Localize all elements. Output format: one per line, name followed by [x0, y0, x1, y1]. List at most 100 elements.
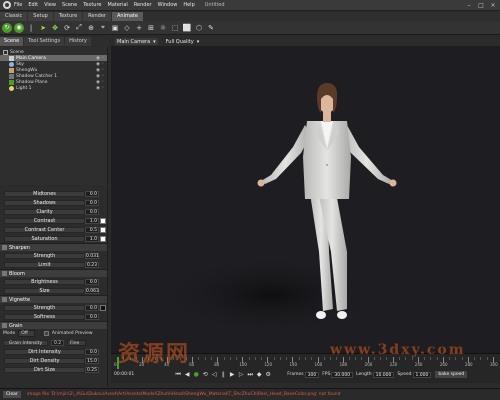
clarity-value[interactable]: 0.0: [85, 208, 99, 215]
section-grain[interactable]: Grain: [0, 321, 107, 329]
midtones-slider[interactable]: Midtones: [4, 190, 85, 197]
paint-icon[interactable]: ✎: [206, 23, 216, 33]
midtones-value[interactable]: 0.0: [85, 190, 99, 197]
dirt-density-value[interactable]: 15.0: [85, 357, 99, 364]
menu-file[interactable]: File: [14, 2, 22, 8]
play-reverse-icon[interactable]: ◁: [210, 371, 218, 379]
rotate-icon[interactable]: ⟳: [62, 23, 72, 33]
shadows-slider[interactable]: Shadows: [4, 199, 85, 206]
tab-animate[interactable]: Animate: [111, 12, 143, 21]
grain-type-select[interactable]: Fine: [67, 339, 87, 346]
wireframe-icon[interactable]: ⬡: [194, 23, 204, 33]
camera-select[interactable]: Main Camera ▾: [115, 38, 158, 45]
menu-material[interactable]: Material: [108, 2, 128, 8]
vignette-strength-value[interactable]: 0.0: [85, 304, 99, 311]
clear-button[interactable]: Clear: [3, 391, 21, 398]
keyframe-icon[interactable]: ◆: [255, 371, 263, 379]
minimize-icon[interactable]: –: [464, 1, 474, 9]
tab-history[interactable]: History: [65, 37, 91, 46]
menu-window[interactable]: Window: [158, 2, 178, 8]
vignette-color-swatch[interactable]: [100, 304, 106, 311]
visibility-eye-icon[interactable]: ◉ ◦: [96, 62, 104, 67]
move-icon[interactable]: ✥: [50, 23, 60, 33]
add-icon[interactable]: +: [134, 23, 144, 33]
menu-edit[interactable]: Edit: [28, 2, 38, 8]
animated-preview-checkbox[interactable]: [43, 331, 49, 336]
sharpen-strength-slider[interactable]: Strength: [4, 252, 85, 259]
pause-icon[interactable]: ∥: [219, 371, 227, 379]
speed-input[interactable]: 1.000: [412, 371, 432, 378]
visibility-eye-icon[interactable]: ◉ ◦: [96, 86, 104, 91]
step-back-icon[interactable]: ◀: [183, 371, 191, 379]
grid-icon[interactable]: ⊞: [146, 23, 156, 33]
render-icon[interactable]: ◉: [14, 22, 24, 33]
bloom-size-slider[interactable]: Size: [4, 287, 85, 294]
dirt-intensity-slider[interactable]: Dirt Intensity: [4, 348, 85, 355]
quality-select[interactable]: Full Quality ▾: [164, 38, 202, 45]
visibility-eye-icon[interactable]: ◉ ◦: [96, 56, 104, 61]
saturation-color-swatch[interactable]: [100, 235, 106, 242]
fps-input[interactable]: 30.000: [331, 371, 354, 378]
vignette-softness-value[interactable]: 0.0: [85, 313, 99, 320]
grain-intensity-value[interactable]: 0.2: [51, 339, 65, 346]
shadows-value[interactable]: 0.0: [85, 199, 99, 206]
close-icon[interactable]: ×: [488, 1, 498, 9]
menu-scene[interactable]: Scene: [62, 2, 77, 8]
bloom-brightness-slider[interactable]: Brightness: [4, 278, 85, 285]
contrast-center-color-swatch[interactable]: [100, 226, 106, 233]
scale-icon[interactable]: ⤢: [74, 23, 84, 33]
bloom-size-value[interactable]: 0.063: [85, 287, 99, 294]
grain-mode-select[interactable]: Off: [18, 330, 35, 337]
pivot-icon[interactable]: ⊕: [86, 23, 96, 33]
3d-viewport[interactable]: [111, 37, 500, 353]
contrast-color-swatch[interactable]: [100, 217, 106, 224]
section-bloom[interactable]: Bloom: [0, 269, 107, 277]
menu-texture[interactable]: Texture: [83, 2, 101, 8]
maximize-icon[interactable]: □: [476, 1, 486, 9]
saturation-slider[interactable]: Saturation: [4, 235, 85, 242]
section-vignette[interactable]: Vignette: [0, 295, 107, 303]
dirt-size-slider[interactable]: Dirt Size: [4, 366, 85, 373]
bounds-icon[interactable]: ⬜: [182, 23, 192, 33]
region-icon[interactable]: ⬚: [170, 23, 180, 33]
tree-item-light[interactable]: Light 1 ◉ ◦: [0, 85, 107, 91]
dirt-size-value[interactable]: 0.25: [85, 366, 99, 373]
clarity-slider[interactable]: Clarity: [4, 208, 85, 215]
snap-icon[interactable]: ⌖: [98, 23, 108, 33]
play-icon[interactable]: ▶: [228, 371, 236, 379]
record-icon[interactable]: ●: [192, 371, 200, 379]
tab-texture[interactable]: Texture: [53, 12, 83, 21]
menu-view[interactable]: View: [44, 2, 56, 8]
tab-setup[interactable]: Setup: [28, 12, 53, 21]
vignette-toggle[interactable]: [2, 297, 7, 302]
settings-icon[interactable]: ⚙: [264, 371, 272, 379]
visibility-eye-icon[interactable]: ◉ ◦: [96, 68, 104, 73]
refresh-icon[interactable]: ↻: [2, 22, 12, 33]
loop-icon[interactable]: ⟲: [201, 371, 209, 379]
menu-render[interactable]: Render: [134, 2, 152, 8]
tab-tool-settings[interactable]: Tool Settings: [24, 37, 65, 46]
frame-icon[interactable]: ◇: [122, 23, 132, 33]
select-arrow-icon[interactable]: ➤: [38, 23, 48, 33]
menu-help[interactable]: Help: [183, 2, 194, 8]
grain-intensity-slider[interactable]: Grain Intensity: [3, 339, 48, 346]
contrast-center-value[interactable]: 0.5: [85, 226, 99, 233]
visibility-eye-icon[interactable]: ◉ ◦: [96, 80, 104, 85]
contrast-slider[interactable]: Contrast: [4, 217, 85, 224]
tab-render[interactable]: Render: [83, 12, 111, 21]
visibility-eye-icon[interactable]: ◉ ◦: [96, 74, 104, 79]
vignette-strength-slider[interactable]: Strength: [4, 304, 85, 311]
bloom-brightness-value[interactable]: 0.0: [85, 278, 99, 285]
skip-end-icon[interactable]: ⏭: [246, 371, 254, 379]
sharpen-limit-slider[interactable]: Limit: [4, 261, 85, 268]
length-input[interactable]: 10.000: [372, 371, 395, 378]
dirt-intensity-value[interactable]: 0.0: [85, 348, 99, 355]
tab-classic[interactable]: Classic: [0, 12, 28, 21]
bloom-toggle[interactable]: [2, 271, 7, 276]
frames-input[interactable]: 300: [304, 371, 320, 378]
saturation-value[interactable]: 1.0: [85, 235, 99, 242]
grain-toggle[interactable]: [2, 323, 7, 328]
vignette-softness-slider[interactable]: Softness: [4, 313, 85, 320]
sharpen-strength-value[interactable]: 0.031: [85, 252, 99, 259]
tab-scene[interactable]: Scene: [0, 37, 24, 46]
